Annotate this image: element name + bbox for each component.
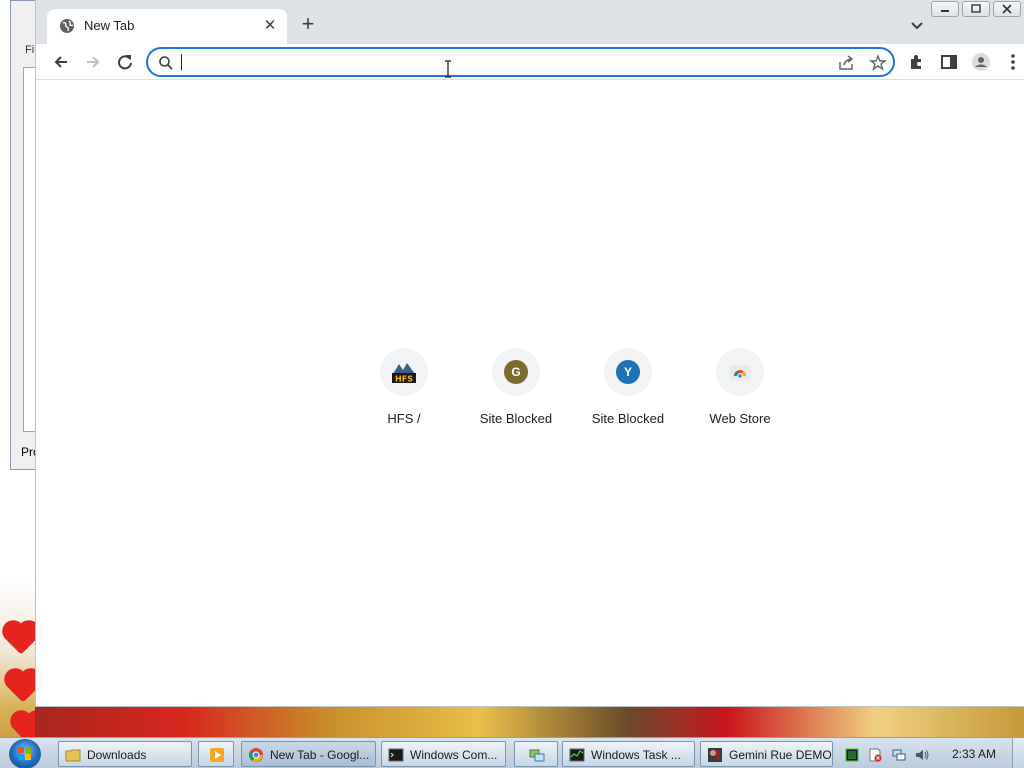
back-arrow-icon[interactable] <box>50 51 72 73</box>
svg-text:HFS: HFS <box>395 375 413 384</box>
bookmark-star-icon[interactable] <box>869 54 887 72</box>
security-alert-icon[interactable] <box>868 748 882 762</box>
taskbar-button-media-player[interactable] <box>198 741 234 767</box>
taskbar-button-label: New Tab - Googl... <box>270 748 370 762</box>
taskbar-button-downloads[interactable]: Downloads <box>58 741 192 767</box>
restore-icon <box>971 4 981 13</box>
shortcut-tile[interactable]: Web Store <box>684 348 796 438</box>
folder-icon <box>65 749 81 762</box>
task-manager-icon <box>569 748 585 762</box>
taskbar-button-task-manager[interactable]: Windows Task ... <box>562 741 695 767</box>
start-button[interactable] <box>9 739 41 768</box>
network-icon[interactable] <box>892 748 906 762</box>
taskbar-button-label: Gemini Rue DEMO <box>729 748 832 762</box>
maximize-button[interactable] <box>962 1 990 17</box>
minimize-button[interactable] <box>931 1 959 17</box>
minimize-icon <box>941 10 949 12</box>
letter-tile-icon: Y <box>616 360 640 384</box>
chevron-down-icon[interactable] <box>908 16 926 34</box>
network-share-icon <box>529 749 545 762</box>
windows-logo-icon <box>18 747 31 760</box>
letter-tile-icon: G <box>504 360 528 384</box>
shortcut-label: HFS / <box>387 411 421 426</box>
shortcut-label: Web Store <box>709 411 771 426</box>
address-bar[interactable] <box>146 47 895 77</box>
wallpaper-strip <box>35 707 1024 737</box>
shortcut-icon-background: Y <box>604 348 652 396</box>
shortcut-tile[interactable]: HFS HFS / <box>348 348 460 438</box>
game-icon <box>708 748 722 762</box>
shortcut-label: Site Blocked <box>479 411 553 426</box>
webstore-icon <box>730 365 750 381</box>
tab-new-tab[interactable]: New Tab ✕ <box>47 9 287 44</box>
shortcut-icon-background: HFS <box>380 348 428 396</box>
close-window-button[interactable] <box>993 1 1021 17</box>
tray-app-icon[interactable] <box>845 748 859 762</box>
taskbar: Downloads New Tab - Googl... Windows Com… <box>0 737 1024 768</box>
taskbar-button-label: Downloads <box>87 748 147 762</box>
side-panel-icon[interactable] <box>938 51 960 73</box>
background-window-menu[interactable]: Fi <box>25 44 34 56</box>
forward-arrow-icon[interactable] <box>82 51 104 73</box>
hfs-icon: HFS <box>392 363 416 384</box>
close-icon <box>1002 4 1012 14</box>
address-input[interactable] <box>180 52 820 72</box>
shortcut-label: Site Blocked <box>591 411 665 426</box>
window-controls <box>931 1 1021 17</box>
cmd-icon <box>388 748 404 762</box>
reload-icon[interactable] <box>114 51 136 73</box>
taskbar-button-network[interactable] <box>514 741 558 767</box>
taskbar-button-command-prompt[interactable]: Windows Com... <box>381 741 506 767</box>
clock[interactable]: 2:33 AM <box>952 747 996 761</box>
shortcut-icon-background: G <box>492 348 540 396</box>
media-player-icon <box>210 748 224 762</box>
menu-kebab-icon[interactable] <box>1002 51 1024 73</box>
close-icon[interactable]: ✕ <box>261 17 279 35</box>
shortcut-tile[interactable]: Y Site Blocked <box>572 348 684 438</box>
shortcut-tile[interactable]: G Site Blocked <box>460 348 572 438</box>
text-caret <box>181 54 182 70</box>
show-desktop-button[interactable] <box>1012 738 1024 768</box>
text-cursor-icon <box>445 60 451 78</box>
taskbar-button-label: Windows Task ... <box>591 748 681 762</box>
taskbar-button-gemini-rue[interactable]: Gemini Rue DEMO <box>700 741 833 767</box>
toolbar <box>36 44 1024 80</box>
taskbar-button-chrome[interactable]: New Tab - Googl... <box>241 741 376 767</box>
tab-title: New Tab <box>84 18 135 33</box>
profile-avatar-icon[interactable] <box>970 51 992 73</box>
search-icon <box>159 56 173 70</box>
tab-strip: New Tab ✕ + <box>36 0 1024 44</box>
globe-icon <box>60 19 74 33</box>
volume-icon[interactable] <box>915 748 929 762</box>
chrome-window: New Tab ✕ + HFS HFS / G Site Blocked Y S… <box>35 0 1024 707</box>
new-tab-button[interactable]: + <box>297 13 319 36</box>
chrome-icon <box>248 748 263 762</box>
shortcut-tiles: HFS HFS / G Site Blocked Y Site Blocked <box>348 348 796 438</box>
extensions-puzzle-icon[interactable] <box>906 51 928 73</box>
shortcut-icon-background <box>716 348 764 396</box>
taskbar-button-label: Windows Com... <box>410 748 498 762</box>
heart-decoration <box>5 623 37 655</box>
share-icon[interactable] <box>837 54 855 72</box>
heart-decoration <box>7 671 39 703</box>
